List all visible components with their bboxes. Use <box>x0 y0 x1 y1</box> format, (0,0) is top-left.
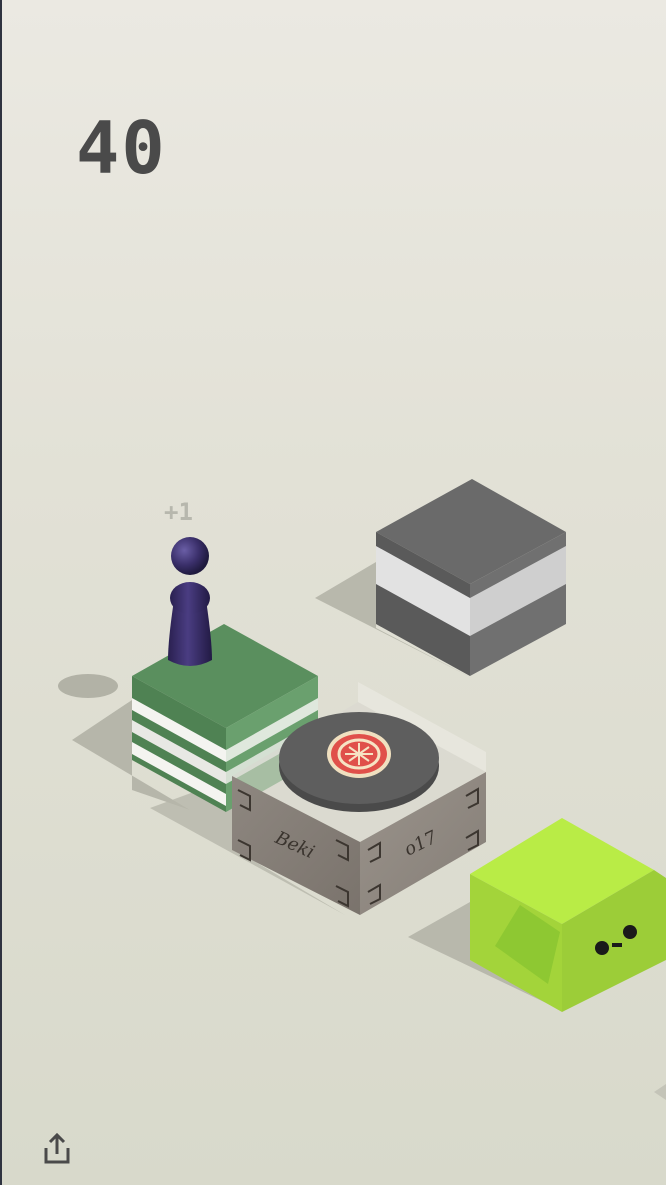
player-piece <box>168 537 212 666</box>
share-button[interactable] <box>40 1130 74 1166</box>
score-counter: 40 <box>76 106 167 190</box>
gray-banded-platform <box>376 479 566 676</box>
bonus-indicator: +1 <box>164 498 193 526</box>
share-icon <box>44 1132 70 1164</box>
lime-cube-platform <box>470 818 666 1012</box>
